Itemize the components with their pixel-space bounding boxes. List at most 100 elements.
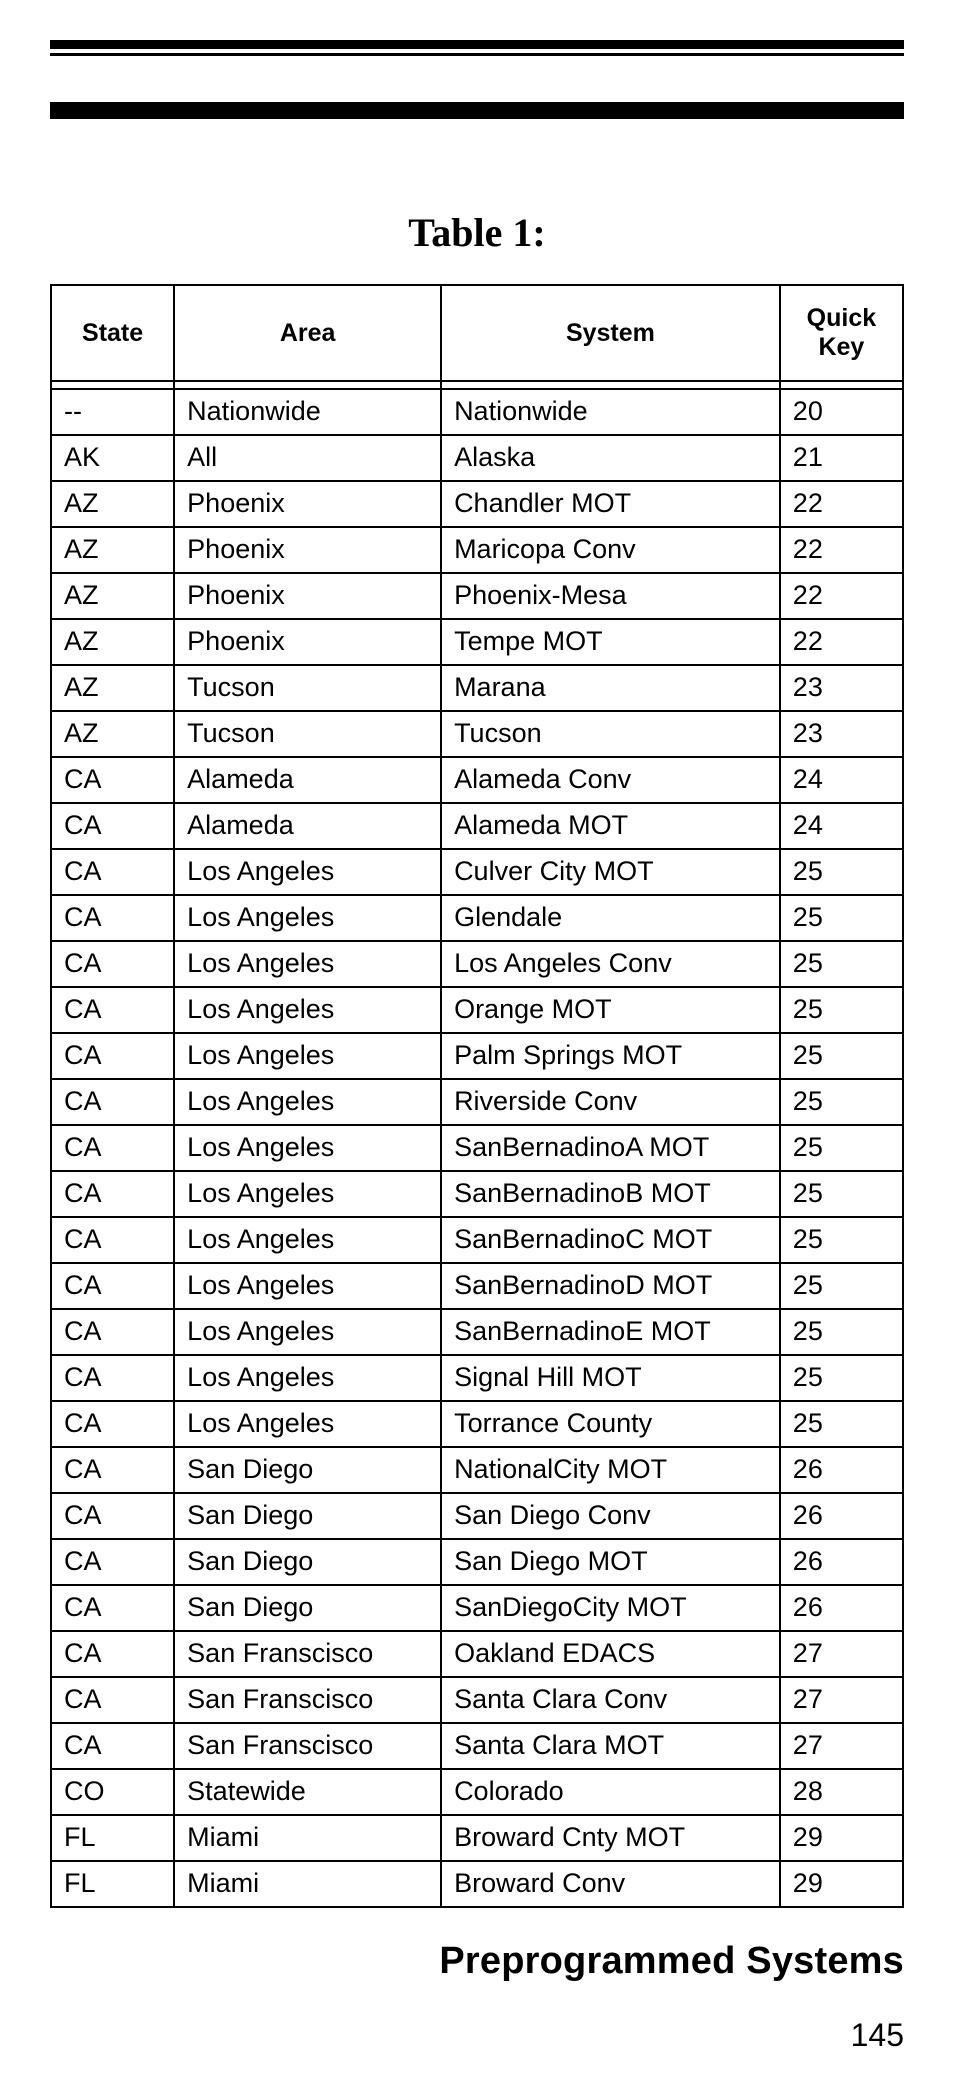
table-cell: Palm Springs MOT bbox=[441, 1033, 780, 1079]
table-cell: 25 bbox=[780, 987, 903, 1033]
table-cell: Oakland EDACS bbox=[441, 1631, 780, 1677]
table-row: CALos AngelesSanBernadinoA MOT25 bbox=[51, 1125, 903, 1171]
table-cell: 25 bbox=[780, 1355, 903, 1401]
table-cell: Phoenix bbox=[174, 527, 441, 573]
page-number: 145 bbox=[50, 2017, 904, 2054]
table-cell: CA bbox=[51, 849, 174, 895]
table-cell: FL bbox=[51, 1815, 174, 1861]
table-cell: San Diego Conv bbox=[441, 1493, 780, 1539]
table-row: CALos AngelesSanBernadinoD MOT25 bbox=[51, 1263, 903, 1309]
table-cell: CA bbox=[51, 1079, 174, 1125]
table-row: CALos AngelesSanBernadinoE MOT25 bbox=[51, 1309, 903, 1355]
table-cell: Alaska bbox=[441, 435, 780, 481]
table-cell: Los Angeles bbox=[174, 1263, 441, 1309]
table-cell: Miami bbox=[174, 1815, 441, 1861]
table-cell: 24 bbox=[780, 803, 903, 849]
table-cell: Culver City MOT bbox=[441, 849, 780, 895]
table-cell: Los Angeles bbox=[174, 1401, 441, 1447]
table-row: AZPhoenixPhoenix-Mesa22 bbox=[51, 573, 903, 619]
table-cell: Los Angeles bbox=[174, 1217, 441, 1263]
table-cell: Tucson bbox=[441, 711, 780, 757]
table-cell: AZ bbox=[51, 481, 174, 527]
table-cell: Los Angeles bbox=[174, 1355, 441, 1401]
table-row: CASan FransciscoSanta Clara MOT27 bbox=[51, 1723, 903, 1769]
table-cell: CA bbox=[51, 941, 174, 987]
table-cell: San Franscisco bbox=[174, 1631, 441, 1677]
table-cell: Broward Conv bbox=[441, 1861, 780, 1907]
table-row: CASan DiegoSan Diego Conv26 bbox=[51, 1493, 903, 1539]
table-cell: 25 bbox=[780, 1171, 903, 1217]
table-cell: San Diego bbox=[174, 1447, 441, 1493]
table-cell: SanBernadinoC MOT bbox=[441, 1217, 780, 1263]
table-cell: 28 bbox=[780, 1769, 903, 1815]
table-cell: San Diego bbox=[174, 1493, 441, 1539]
table-cell: 26 bbox=[780, 1493, 903, 1539]
table-cell: CA bbox=[51, 1401, 174, 1447]
table-cell: 20 bbox=[780, 389, 903, 435]
table-cell: All bbox=[174, 435, 441, 481]
col-header-quickkey: Quick Key bbox=[780, 285, 903, 381]
table-cell: CA bbox=[51, 1217, 174, 1263]
table-cell: SanDiegoCity MOT bbox=[441, 1585, 780, 1631]
table-cell: Los Angeles bbox=[174, 1125, 441, 1171]
table-cell: 25 bbox=[780, 895, 903, 941]
table-cell: San Diego MOT bbox=[441, 1539, 780, 1585]
table-cell: Statewide bbox=[174, 1769, 441, 1815]
table-cell: 23 bbox=[780, 665, 903, 711]
table-cell: CA bbox=[51, 1723, 174, 1769]
table-cell: San Franscisco bbox=[174, 1723, 441, 1769]
table-cell: CA bbox=[51, 1493, 174, 1539]
table-row: CALos AngelesOrange MOT25 bbox=[51, 987, 903, 1033]
table-cell: 25 bbox=[780, 849, 903, 895]
table-row: CALos AngelesSignal Hill MOT25 bbox=[51, 1355, 903, 1401]
table-row: CAAlamedaAlameda Conv24 bbox=[51, 757, 903, 803]
table-cell: Los Angeles bbox=[174, 941, 441, 987]
table-cell: Santa Clara Conv bbox=[441, 1677, 780, 1723]
table-row: --NationwideNationwide20 bbox=[51, 389, 903, 435]
table-cell: Alameda bbox=[174, 757, 441, 803]
table-cell: 27 bbox=[780, 1631, 903, 1677]
table-row: CASan FransciscoOakland EDACS27 bbox=[51, 1631, 903, 1677]
header-double-rule bbox=[50, 40, 904, 56]
table-cell: Miami bbox=[174, 1861, 441, 1907]
table-cell: 26 bbox=[780, 1585, 903, 1631]
table-cell: 29 bbox=[780, 1815, 903, 1861]
table-cell: San Diego bbox=[174, 1539, 441, 1585]
table-cell: Phoenix bbox=[174, 573, 441, 619]
table-cell: 25 bbox=[780, 1079, 903, 1125]
table-cell: Nationwide bbox=[441, 389, 780, 435]
table-cell: Los Angeles bbox=[174, 1079, 441, 1125]
table-cell: 27 bbox=[780, 1723, 903, 1769]
table-cell: -- bbox=[51, 389, 174, 435]
table-cell: 22 bbox=[780, 527, 903, 573]
table-cell: AK bbox=[51, 435, 174, 481]
table-cell: AZ bbox=[51, 619, 174, 665]
table-cell: SanBernadinoD MOT bbox=[441, 1263, 780, 1309]
table-cell: CA bbox=[51, 1539, 174, 1585]
table-cell: CA bbox=[51, 1447, 174, 1493]
table-cell: 27 bbox=[780, 1677, 903, 1723]
table-cell: 25 bbox=[780, 1217, 903, 1263]
table-cell: CA bbox=[51, 987, 174, 1033]
table-row: CASan FransciscoSanta Clara Conv27 bbox=[51, 1677, 903, 1723]
table-cell: SanBernadinoE MOT bbox=[441, 1309, 780, 1355]
table-cell: 23 bbox=[780, 711, 903, 757]
table-cell: 25 bbox=[780, 1401, 903, 1447]
table-cell: Chandler MOT bbox=[441, 481, 780, 527]
table-cell: CA bbox=[51, 1355, 174, 1401]
table-cell: Los Angeles bbox=[174, 1033, 441, 1079]
table-cell: 25 bbox=[780, 1309, 903, 1355]
table-cell: 25 bbox=[780, 1263, 903, 1309]
table-cell: Los Angeles bbox=[174, 987, 441, 1033]
table-cell: Broward Cnty MOT bbox=[441, 1815, 780, 1861]
table-cell: Los Angeles bbox=[174, 1309, 441, 1355]
table-cell: 25 bbox=[780, 1125, 903, 1171]
header-thick-rule bbox=[50, 102, 904, 119]
table-cell: 26 bbox=[780, 1447, 903, 1493]
table-cell: Alameda bbox=[174, 803, 441, 849]
table-cell: AZ bbox=[51, 665, 174, 711]
table-cell: CA bbox=[51, 895, 174, 941]
table-row: CALos AngelesTorrance County25 bbox=[51, 1401, 903, 1447]
table-row: CASan DiegoSan Diego MOT26 bbox=[51, 1539, 903, 1585]
table-cell: CA bbox=[51, 757, 174, 803]
